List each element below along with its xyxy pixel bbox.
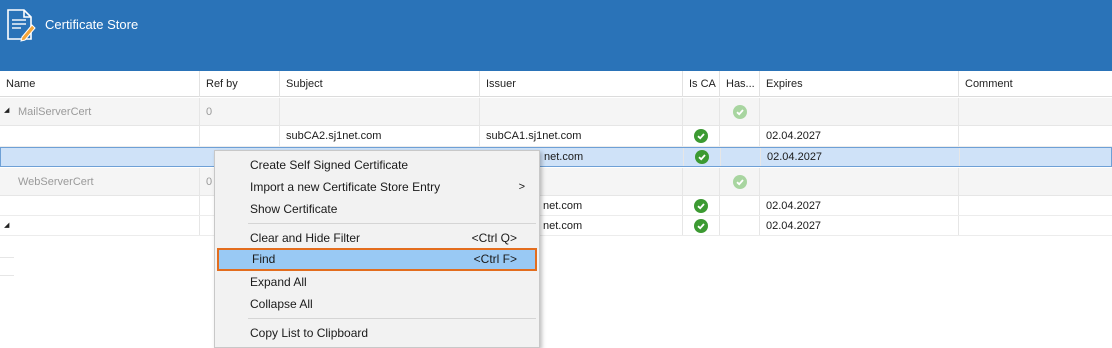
column-header-is-ca[interactable]: Is CA (683, 71, 720, 97)
menu-item-label: Show Certificate (250, 202, 338, 216)
menu-item-clear-hide-filter[interactable]: Clear and Hide Filter <Ctrl Q> (217, 227, 537, 249)
window-title: Certificate Store (45, 17, 139, 32)
menu-item-collapse-all[interactable]: Collapse All (217, 293, 537, 315)
tree-divider (0, 257, 14, 258)
row-issuer: subCA1.sj1net.com (480, 126, 683, 146)
row-name: WebServerCert (12, 168, 200, 195)
submenu-arrow-icon: > (518, 181, 525, 193)
column-header-has[interactable]: Has... (720, 71, 760, 97)
menu-separator (248, 223, 536, 224)
menu-separator (248, 318, 536, 319)
menu-item-label: Create Self Signed Certificate (250, 158, 409, 172)
certificate-document-icon (7, 9, 36, 42)
menu-item-label: Find (252, 252, 276, 266)
row-is-ca (683, 98, 720, 125)
row-issuer: net.com (537, 216, 683, 235)
expand-triangle-icon[interactable]: ◢ (4, 222, 10, 229)
row-ref-by: 0 (200, 98, 280, 125)
check-circle-icon (694, 198, 708, 213)
row-expires: 02.04.2027 (760, 196, 959, 215)
menu-item-label: Collapse All (250, 297, 313, 311)
row-subject: subCA2.sj1net.com (280, 126, 480, 146)
row-expires (760, 98, 959, 125)
row-ref-by (200, 126, 280, 146)
selected-table-row[interactable]: net.com 02.04.2027 (0, 147, 1112, 167)
group-row-mailservercert[interactable]: ◢ MailServerCert 0 (0, 98, 1112, 126)
row-issuer (537, 168, 683, 195)
menu-item-label: Expand All (250, 275, 307, 289)
row-issuer (480, 98, 683, 125)
menu-item-copy-list[interactable]: Copy List to Clipboard (217, 322, 537, 344)
group-row-webservercert[interactable]: WebServerCert 0 (0, 168, 1112, 196)
row-has (720, 196, 760, 215)
row-expires (760, 168, 959, 195)
row-expires: 02.04.2027 (760, 126, 959, 146)
row-issuer: net.com (537, 196, 683, 215)
row-is-ca (683, 168, 720, 195)
row-name (0, 126, 200, 146)
column-header-comment[interactable]: Comment (959, 71, 1112, 97)
column-header-subject[interactable]: Subject (280, 71, 480, 97)
column-header-ref-by[interactable]: Ref by (200, 71, 280, 97)
menu-item-label: Copy List to Clipboard (250, 326, 369, 340)
row-name (12, 216, 200, 235)
row-is-ca (683, 216, 720, 235)
table-row[interactable]: ◢ net.com 02.04.2027 (0, 216, 1112, 236)
row-has (720, 126, 760, 146)
row-has (721, 148, 761, 166)
context-menu: Create Self Signed Certificate Import a … (214, 150, 540, 348)
grid-header: Name Ref by Subject Issuer Is CA Has... … (0, 71, 1112, 97)
row-is-ca (683, 196, 720, 215)
check-circle-icon (732, 104, 747, 119)
row-name (0, 196, 200, 215)
menu-item-label: Clear and Hide Filter (250, 231, 361, 245)
row-has (720, 216, 760, 235)
check-circle-icon (732, 174, 747, 189)
menu-item-create-self-signed[interactable]: Create Self Signed Certificate (217, 154, 537, 176)
title-bar: Certificate Store (0, 0, 1112, 71)
row-has (720, 98, 760, 125)
menu-item-show-certificate[interactable]: Show Certificate (217, 198, 537, 220)
expand-triangle-icon[interactable]: ◢ (4, 107, 10, 114)
column-header-issuer[interactable]: Issuer (480, 71, 683, 97)
row-name: MailServerCert (12, 98, 200, 125)
row-subject (280, 98, 480, 125)
row-is-ca (683, 126, 720, 146)
menu-item-label: Import a new Certificate Store Entry (250, 180, 441, 194)
menu-item-shortcut: <Ctrl F> (473, 252, 517, 266)
column-header-expires[interactable]: Expires (760, 71, 959, 97)
menu-item-expand-all[interactable]: Expand All (217, 271, 537, 293)
row-has (720, 168, 760, 195)
row-expires: 02.04.2027 (761, 148, 960, 166)
table-row[interactable]: net.com 02.04.2027 (0, 196, 1112, 216)
row-issuer: net.com (538, 148, 684, 166)
column-header-name[interactable]: Name (0, 71, 200, 97)
table-row[interactable]: subCA2.sj1net.com subCA1.sj1net.com 02.0… (0, 126, 1112, 147)
check-circle-icon (695, 150, 709, 164)
menu-item-import-entry[interactable]: Import a new Certificate Store Entry > (217, 176, 537, 198)
check-circle-icon (694, 218, 708, 233)
row-expires: 02.04.2027 (760, 216, 959, 235)
menu-item-shortcut: <Ctrl Q> (471, 231, 517, 245)
menu-item-find[interactable]: Find <Ctrl F> (217, 248, 537, 271)
row-is-ca (684, 148, 721, 166)
certificate-grid: Name Ref by Subject Issuer Is CA Has... … (0, 71, 1112, 348)
check-circle-icon (694, 129, 708, 143)
tree-divider (0, 275, 14, 276)
